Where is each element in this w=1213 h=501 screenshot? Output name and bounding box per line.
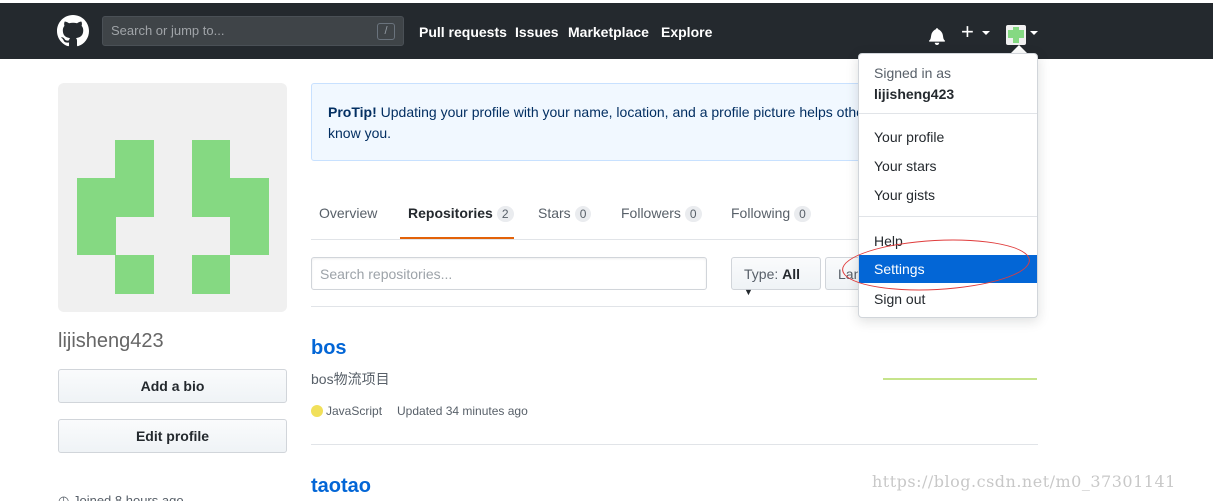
search-placeholder: Search or jump to... [111, 23, 225, 38]
profile-avatar[interactable] [58, 83, 287, 312]
language-color-dot [311, 405, 323, 417]
tab-following[interactable]: Following 0 [731, 205, 811, 222]
tab-count: 2 [496, 206, 514, 222]
repo-link-taotao[interactable]: taotao [311, 475, 371, 498]
joined-text: Joined 8 hours ago [72, 493, 184, 501]
signed-in-user[interactable]: lijisheng423 [874, 86, 954, 102]
tab-stars[interactable]: Stars 0 [538, 205, 592, 222]
menu-item-your-stars[interactable]: Your stars [874, 158, 937, 174]
menu-item-sign-out[interactable]: Sign out [874, 291, 925, 307]
repo-description: bos物流项目 [311, 371, 390, 387]
tab-label: Followers [621, 205, 681, 221]
type-filter-value: All [782, 266, 801, 282]
nav-pull-requests[interactable]: Pull requests [419, 24, 507, 40]
type-filter-label: Type: [744, 266, 779, 282]
list-divider [311, 444, 1038, 445]
dropdown-divider [859, 216, 1037, 217]
tab-count: 0 [684, 206, 702, 222]
menu-item-your-profile[interactable]: Your profile [874, 129, 944, 145]
bell-icon[interactable] [929, 27, 945, 45]
type-filter-button[interactable]: Type: All ▼ [731, 257, 821, 297]
add-bio-button[interactable]: Add a bio [58, 369, 287, 403]
dropdown-divider [859, 113, 1037, 114]
repo-language: JavaScript [326, 404, 383, 418]
avatar-caret-icon[interactable] [1030, 31, 1038, 35]
plus-caret-icon[interactable] [982, 31, 990, 35]
signed-in-label: Signed in as [874, 65, 952, 81]
tab-label: Overview [319, 205, 378, 221]
global-search-input[interactable]: Search or jump to... / [102, 16, 404, 46]
create-new-plus-icon[interactable]: + [961, 21, 974, 43]
chevron-down-icon: ▼ [744, 287, 753, 297]
menu-item-your-gists[interactable]: Your gists [874, 187, 935, 203]
tab-label: Following [731, 205, 791, 221]
nav-marketplace[interactable]: Marketplace [568, 24, 649, 40]
tab-count: 0 [574, 206, 592, 222]
selected-tab-underline [400, 237, 514, 239]
profile-username: lijisheng423 [58, 330, 164, 352]
user-avatar-button[interactable] [1006, 25, 1026, 45]
protip-label: ProTip! [328, 104, 377, 120]
github-logo-icon[interactable] [57, 15, 89, 47]
repo-search-input[interactable]: Search repositories... [311, 257, 707, 290]
nav-explore[interactable]: Explore [661, 24, 712, 40]
joined-info: ◷ Joined 8 hours ago [58, 493, 184, 501]
dropdown-caret [1011, 45, 1027, 53]
watermark-text: https://blog.csdn.net/m0_37301141 [872, 472, 1176, 491]
tab-followers[interactable]: Followers 0 [621, 205, 702, 222]
edit-profile-button[interactable]: Edit profile [58, 419, 287, 453]
tab-label: Repositories [408, 205, 493, 221]
repo-updated: Updated 34 minutes ago [397, 404, 528, 418]
tab-repositories[interactable]: Repositories 2 [408, 205, 514, 222]
repo-link-bos[interactable]: bos [311, 337, 347, 360]
tab-count: 0 [794, 206, 811, 222]
tab-label: Stars [538, 205, 571, 221]
nav-issues[interactable]: Issues [515, 24, 559, 40]
slash-shortcut-icon: / [377, 23, 395, 40]
tab-overview[interactable]: Overview [319, 205, 377, 221]
activity-sparkline [883, 378, 1037, 380]
clock-icon: ◷ [58, 493, 70, 501]
global-header: Search or jump to... / Pull requests Iss… [0, 3, 1213, 59]
